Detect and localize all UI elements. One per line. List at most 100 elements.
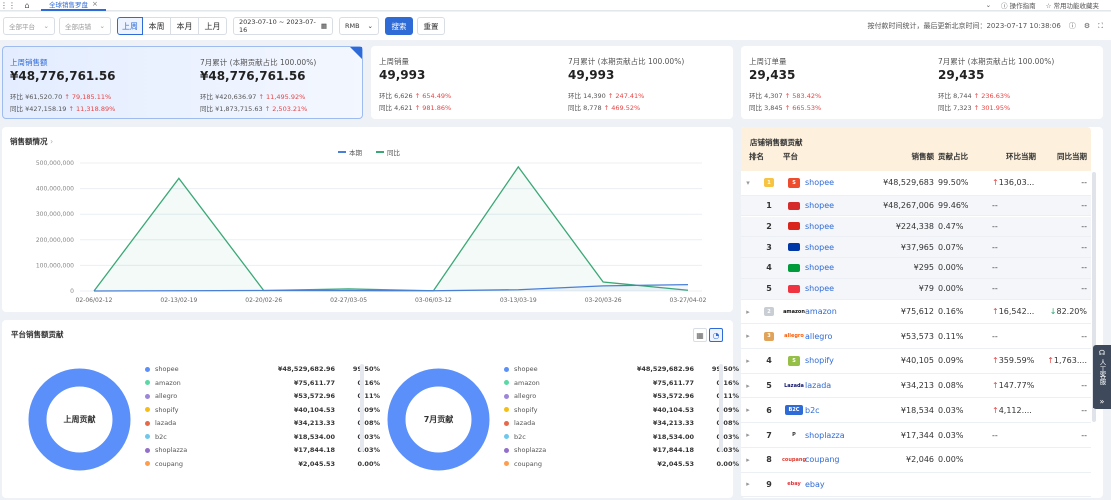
rank-cell: 3 bbox=[755, 331, 783, 341]
legend-dot bbox=[504, 380, 509, 385]
table-view-icon[interactable]: ▦ bbox=[693, 328, 707, 342]
yoy-value: -- bbox=[1081, 284, 1087, 294]
expand-icon[interactable]: ▸ bbox=[741, 357, 755, 365]
shop-row[interactable]: ▸ 7 Pshoplazza ¥17,344 0.03% -- -- bbox=[741, 423, 1091, 448]
reset-button[interactable]: 重置 bbox=[417, 17, 445, 35]
kpi-card-sales[interactable]: 上周销售额 ¥48,776,761.56 环比 ¥61,520.70 ↑ 79,… bbox=[2, 46, 363, 119]
y-tick-label: 400,000,000 bbox=[36, 186, 74, 193]
platform-link[interactable]: shopee bbox=[805, 222, 871, 231]
legend-row[interactable]: shopee ¥48,529,682.96 99.50% bbox=[145, 364, 380, 374]
platform-link[interactable]: b2c bbox=[805, 406, 871, 415]
period-this-month[interactable]: 本月 bbox=[171, 17, 199, 35]
legend-row[interactable]: amazon ¥75,611.77 0.16% bbox=[145, 378, 380, 388]
rank-cell: 4 bbox=[755, 263, 783, 272]
legend-row[interactable]: b2c ¥18,534.00 0.03% bbox=[145, 432, 380, 442]
legend-row[interactable]: amazon ¥75,611.77 0.16% bbox=[504, 378, 739, 388]
arrow-up-icon: ↑ bbox=[992, 307, 999, 317]
expand-icon[interactable]: ▸ bbox=[741, 382, 755, 390]
chevron-down-icon[interactable]: ⌄ bbox=[986, 1, 991, 9]
hb-change: ↑147.77% bbox=[984, 381, 1042, 390]
expand-icon[interactable]: ▸ bbox=[741, 431, 755, 439]
platform-link[interactable]: coupang bbox=[805, 455, 871, 464]
platform-link[interactable]: shopee bbox=[805, 243, 871, 252]
platform-link[interactable]: shopee bbox=[805, 201, 871, 210]
period-last-week[interactable]: 上周 bbox=[117, 17, 143, 35]
app-grid-icon[interactable]: ⋮⋮ bbox=[0, 0, 16, 10]
shop-sub-row[interactable]: 1 shopee ¥48,267,006 99.46% -- -- bbox=[741, 195, 1091, 217]
platform-link[interactable]: shopee bbox=[805, 263, 871, 272]
logo-cell bbox=[783, 284, 805, 293]
legend-row[interactable]: shopee ¥48,529,682.96 99.50% bbox=[504, 364, 739, 374]
date-range-picker[interactable]: 2023-07-10 ~ 2023-07-16 ▦ bbox=[233, 17, 333, 35]
platform-select[interactable]: 全部平台 ⌄ bbox=[3, 17, 55, 35]
logo-cell bbox=[783, 201, 805, 210]
platform-link[interactable]: shopee bbox=[805, 284, 871, 293]
platform-link[interactable]: amazon bbox=[805, 307, 871, 316]
expand-icon[interactable]: ▸ bbox=[741, 308, 755, 316]
legend-row[interactable]: lazada ¥34,213.33 0.08% bbox=[145, 418, 380, 428]
legend-row[interactable]: coupang ¥2,045.53 0.00% bbox=[504, 459, 739, 469]
shop-sub-row[interactable]: 4 shopee ¥295 0.00% -- -- bbox=[741, 258, 1091, 279]
medal-icon: 3 bbox=[764, 331, 774, 341]
legend-row[interactable]: coupang ¥2,045.53 0.00% bbox=[145, 459, 380, 469]
close-icon[interactable]: × bbox=[92, 0, 98, 8]
expand-icon[interactable]: ▾ bbox=[741, 179, 755, 187]
platform-link[interactable]: ebay bbox=[805, 480, 871, 489]
shop-sub-row[interactable]: 5 shopee ¥79 0.00% -- -- bbox=[741, 278, 1091, 300]
legend-row[interactable]: b2c ¥18,534.00 0.03% bbox=[504, 432, 739, 442]
legend-row[interactable]: shoplazza ¥17,844.18 0.03% bbox=[145, 445, 380, 455]
scrollbar[interactable] bbox=[360, 364, 364, 452]
period-this-week[interactable]: 本周 bbox=[143, 17, 171, 35]
platform-name: shopify bbox=[155, 405, 179, 414]
pie-view-icon[interactable]: ◔ bbox=[709, 328, 723, 342]
favorites-link[interactable]: ☆ 常用功能收藏夹 bbox=[1046, 0, 1099, 10]
info-icon[interactable]: ⓘ bbox=[1069, 21, 1076, 31]
legend-row[interactable]: shoplazza ¥17,844.18 0.03% bbox=[504, 445, 739, 455]
legend-row[interactable]: lazada ¥34,213.33 0.08% bbox=[504, 418, 739, 428]
tb-prev: 8,778 bbox=[583, 104, 602, 112]
shop-row[interactable]: ▸ 3 allegro allegro ¥53,573 0.11% -- -- bbox=[741, 324, 1091, 350]
guide-link[interactable]: ⓘ 操作指南 bbox=[1001, 0, 1036, 10]
home-icon[interactable]: ⌂ bbox=[21, 0, 33, 10]
platform-link[interactable]: shopify bbox=[805, 356, 871, 365]
scrollbar[interactable] bbox=[719, 364, 723, 452]
expand-icon[interactable]: ▸ bbox=[741, 480, 755, 488]
platform-link[interactable]: shopee bbox=[805, 178, 871, 187]
shop-row[interactable]: ▸ 8 coupang coupang ¥2,046 0.00% bbox=[741, 448, 1091, 473]
legend-row[interactable]: shopify ¥40,104.53 0.09% bbox=[504, 405, 739, 415]
shop-select[interactable]: 全部店铺 ⌄ bbox=[59, 17, 111, 35]
shop-row[interactable]: ▸ 4 Sshopify ¥40,105 0.09% ↑359.59% ↑1,763.... bbox=[741, 349, 1091, 374]
platform-link[interactable]: allegro bbox=[805, 332, 871, 341]
settings-icon[interactable]: ⚙ bbox=[1084, 22, 1090, 30]
shop-row[interactable]: ▸ 5 Lazada lazada ¥34,213 0.08% ↑147.77% -- bbox=[741, 374, 1091, 399]
shop-row[interactable]: ▸ 9 ebay ebay bbox=[741, 473, 1091, 498]
legend-row[interactable]: allegro ¥53,572.96 0.11% bbox=[504, 391, 739, 401]
kpi-card-orders[interactable]: 上周订单量 29,435 环比 4,307 ↑ 583.42% 同比 3,845… bbox=[741, 46, 1103, 119]
platform-link[interactable]: shoplazza bbox=[805, 431, 871, 440]
expand-icon[interactable]: ▸ bbox=[741, 332, 755, 340]
platform-logo-icon: P bbox=[788, 430, 800, 441]
col-hb: 环比当期 bbox=[1006, 152, 1036, 161]
legend-row[interactable]: shopify ¥40,104.53 0.09% bbox=[145, 405, 380, 415]
tab-global-sales-compass[interactable]: 全球销售罗盘 × bbox=[41, 0, 106, 11]
period-last-month[interactable]: 上月 bbox=[199, 17, 227, 35]
currency-select[interactable]: RMB ⌄ bbox=[339, 17, 379, 35]
expand-icon[interactable]: ▸ bbox=[741, 456, 755, 464]
shop-sub-row[interactable]: 2 shopee ¥224,338 0.47% -- -- bbox=[741, 216, 1091, 238]
search-button[interactable]: 搜索 bbox=[385, 17, 413, 35]
share-pct: 0.00% bbox=[938, 284, 964, 294]
expand-icon[interactable]: ▸ bbox=[741, 406, 755, 414]
share-pct: 0.00% bbox=[938, 455, 964, 465]
fullscreen-icon[interactable]: ⛶ bbox=[1098, 22, 1103, 31]
y-tick-label: 200,000,000 bbox=[36, 237, 74, 244]
legend-dot bbox=[504, 447, 509, 453]
shop-row[interactable]: ▾ 1 Sshopee ¥48,529,683 99.50% ↑136,03... -- bbox=[741, 171, 1091, 196]
legend-row[interactable]: allegro ¥53,572.96 0.11% bbox=[145, 391, 380, 401]
collapse-icon[interactable]: » bbox=[1093, 394, 1111, 408]
shop-row[interactable]: ▸ 2 amazon amazon ¥75,612 0.16% ↑16,542... ↓82.… bbox=[741, 300, 1091, 325]
headset-icon: ☊ bbox=[1098, 349, 1106, 357]
shop-sub-row[interactable]: 3 shopee ¥37,965 0.07% -- -- bbox=[741, 237, 1091, 259]
kpi-card-volume[interactable]: 上周销量 49,993 环比 6,626 ↑ 654.49% 同比 4,621 … bbox=[371, 46, 733, 119]
shop-row[interactable]: ▸ 6 B2C b2c ¥18,534 0.03% ↑4,112.... -- bbox=[741, 399, 1091, 424]
platform-link[interactable]: lazada bbox=[805, 381, 871, 390]
